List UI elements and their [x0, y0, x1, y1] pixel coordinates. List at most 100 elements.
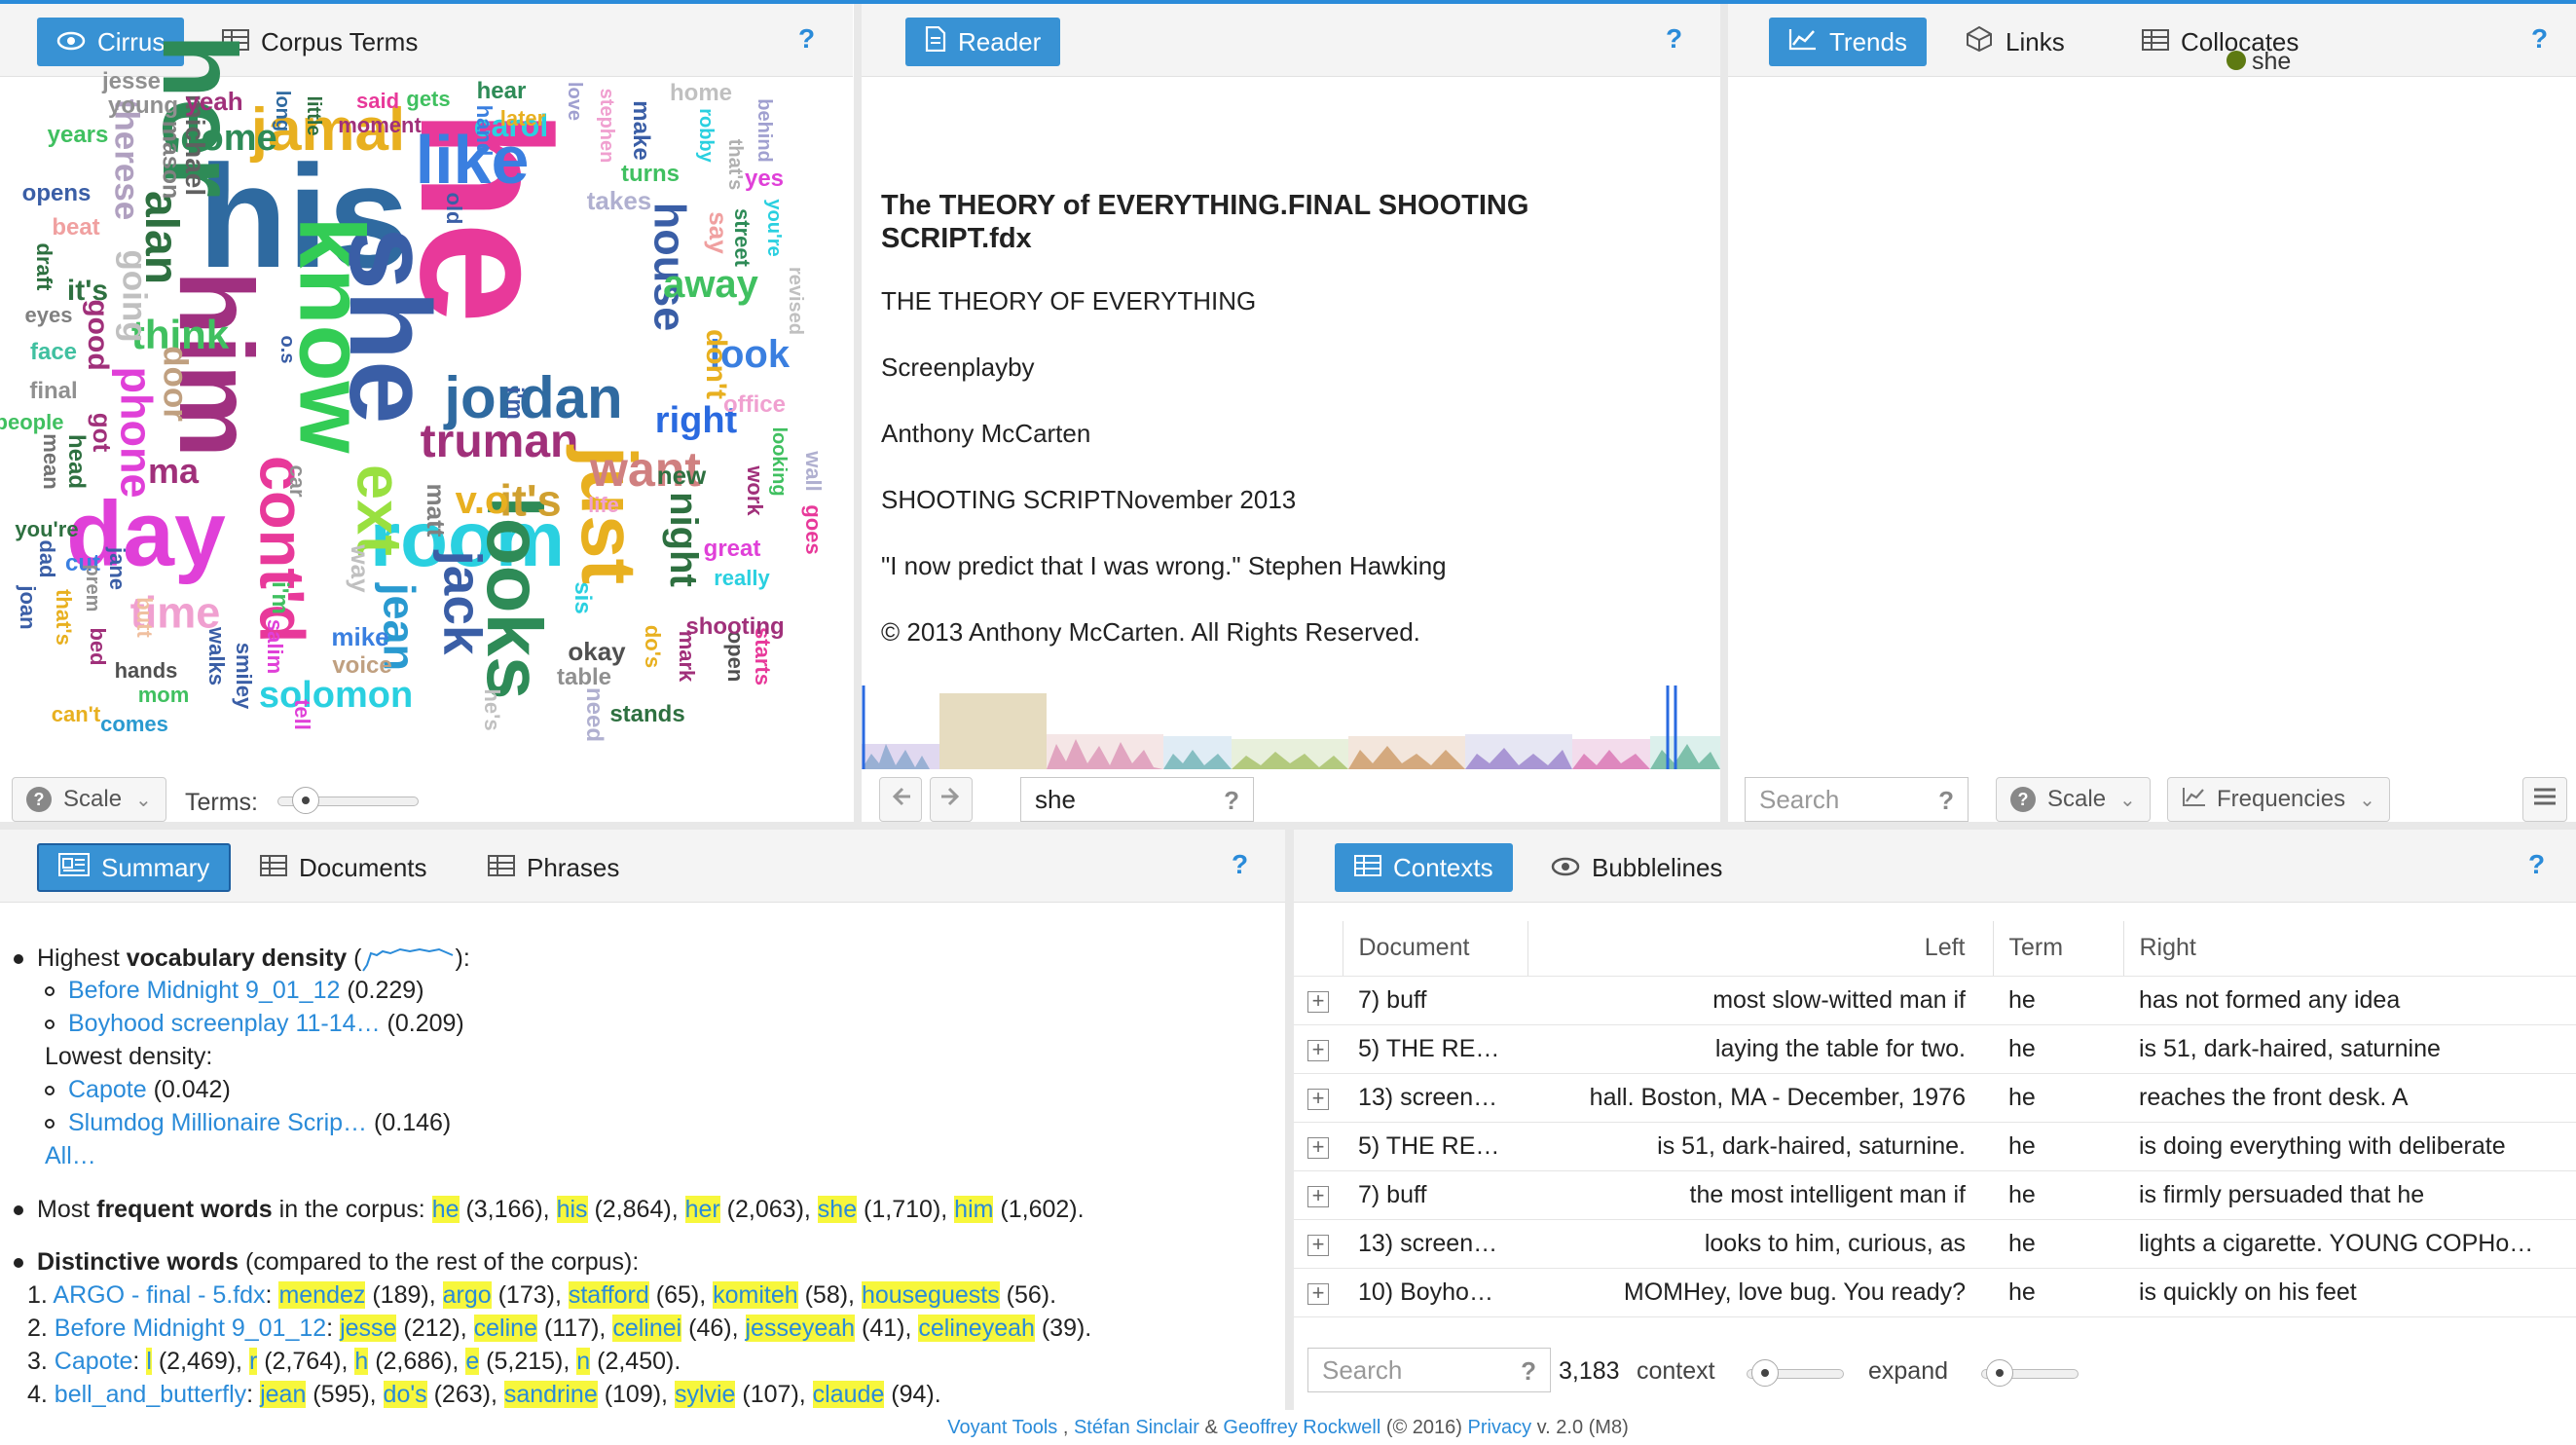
- cloud-word[interactable]: jane: [105, 547, 129, 590]
- cloud-word[interactable]: it's: [499, 479, 561, 523]
- cloud-word[interactable]: table: [557, 666, 611, 689]
- doc-link[interactable]: Capote: [55, 1348, 133, 1375]
- summary-help-icon[interactable]: ?: [1232, 849, 1248, 880]
- doc-link[interactable]: ARGO - final - 5.fdx: [53, 1281, 265, 1309]
- cloud-word[interactable]: prem: [82, 565, 103, 612]
- tab-contexts[interactable]: Contexts: [1335, 843, 1513, 892]
- author-link[interactable]: Geoffrey Rockwell: [1223, 1417, 1380, 1438]
- cloud-word[interactable]: hear: [477, 80, 527, 103]
- cloud-word[interactable]: way: [346, 544, 375, 592]
- expand-row-icon[interactable]: +: [1307, 1135, 1329, 1159]
- cloud-word[interactable]: years: [48, 124, 109, 147]
- cloud-word[interactable]: need: [581, 687, 607, 742]
- privacy-link[interactable]: Privacy: [1468, 1417, 1532, 1438]
- cloud-word[interactable]: can't: [52, 704, 100, 725]
- legend-label[interactable]: she: [2252, 48, 2291, 75]
- distinctive-word-link[interactable]: mendez: [278, 1281, 366, 1309]
- search-help-icon[interactable]: ?: [1938, 786, 1954, 816]
- cloud-word[interactable]: solomon: [259, 677, 413, 714]
- distinctive-word-link[interactable]: sylvie: [674, 1381, 736, 1408]
- cloud-word[interactable]: gets: [406, 89, 450, 110]
- col-document[interactable]: Document: [1343, 921, 1528, 977]
- cloud-word[interactable]: got: [88, 413, 117, 452]
- cloud-word[interactable]: v.o: [456, 481, 509, 520]
- distinctive-word-link[interactable]: houseguests: [861, 1281, 1000, 1309]
- cloud-word[interactable]: new: [657, 463, 707, 488]
- table-row[interactable]: +5) THE RE… laying the table for two. he is…: [1294, 1024, 2576, 1074]
- cloud-word[interactable]: home: [670, 82, 732, 105]
- cloud-word[interactable]: young: [108, 94, 178, 118]
- doc-link[interactable]: Before Midnight 9_01_12: [68, 977, 340, 1004]
- cloud-word[interactable]: going: [116, 249, 154, 342]
- cloud-word[interactable]: comes: [100, 714, 168, 735]
- cloud-word[interactable]: do's: [641, 625, 665, 668]
- distinctive-word-link[interactable]: claude: [812, 1381, 885, 1408]
- cloud-word[interactable]: really: [714, 568, 770, 589]
- cloud-word[interactable]: that's: [724, 139, 746, 191]
- expand-row-icon[interactable]: +: [1307, 1184, 1329, 1207]
- doc-link[interactable]: Slumdog Millionaire Scrip…: [68, 1109, 367, 1136]
- distinctive-word-link[interactable]: stafford: [568, 1281, 649, 1309]
- cloud-word[interactable]: truman: [421, 419, 579, 465]
- frequent-word-link[interactable]: his: [556, 1196, 588, 1223]
- next-button[interactable]: [930, 777, 973, 822]
- tab-bubblelines[interactable]: Bubblelines: [1531, 843, 1742, 892]
- cloud-word[interactable]: goes: [801, 504, 826, 554]
- cloud-word[interactable]: later: [500, 108, 545, 130]
- cloud-word[interactable]: bed: [86, 627, 110, 665]
- cloud-word[interactable]: dad: [35, 539, 59, 577]
- cloud-word[interactable]: turns: [621, 163, 680, 186]
- frequent-word-link[interactable]: her: [684, 1196, 720, 1223]
- cloud-word[interactable]: say: [704, 211, 733, 253]
- reader-help-icon[interactable]: ?: [1666, 23, 1682, 55]
- cloud-word[interactable]: sis: [570, 581, 596, 613]
- distinctive-word-link[interactable]: jesse: [340, 1315, 397, 1342]
- tab-links[interactable]: Links: [1945, 18, 2084, 66]
- cloud-word[interactable]: smiley: [232, 643, 256, 710]
- tab-summary[interactable]: Summary: [37, 843, 232, 892]
- cloud-word[interactable]: mason: [158, 121, 185, 200]
- distinctive-word-link[interactable]: argo: [442, 1281, 492, 1309]
- trends-help-icon[interactable]: ?: [2531, 23, 2548, 55]
- cloud-word[interactable]: know: [280, 217, 384, 454]
- cloud-word[interactable]: that's: [52, 589, 76, 646]
- cloud-word[interactable]: jesse: [102, 70, 161, 93]
- cirrus-help-icon[interactable]: ?: [798, 23, 815, 55]
- expand-row-icon[interactable]: +: [1307, 1087, 1329, 1110]
- table-row[interactable]: +7) buff the most intelligent man if he is …: [1294, 1170, 2576, 1220]
- expand-row-icon[interactable]: +: [1307, 1281, 1329, 1305]
- cloud-word[interactable]: matt: [422, 484, 451, 537]
- distinctive-word-link[interactable]: jean: [260, 1381, 307, 1408]
- tab-phrases[interactable]: Phrases: [468, 843, 639, 892]
- cloud-word[interactable]: o.s: [276, 336, 298, 364]
- cloud-word[interactable]: i'm: [501, 387, 528, 420]
- cloud-word[interactable]: away: [663, 265, 758, 304]
- cloud-word[interactable]: walks: [204, 627, 229, 685]
- distinctive-word-link[interactable]: e: [465, 1348, 480, 1375]
- cloud-word[interactable]: said: [356, 91, 399, 112]
- tab-reader[interactable]: Reader: [905, 18, 1061, 66]
- tab-trends[interactable]: Trends: [1769, 18, 1927, 66]
- cloud-word[interactable]: don't: [700, 329, 732, 399]
- table-row[interactable]: +13) screen… hall. Boston, MA - December,…: [1294, 1073, 2576, 1123]
- cloud-word[interactable]: yes: [745, 167, 784, 191]
- search-help-icon[interactable]: ?: [1224, 786, 1239, 816]
- col-term[interactable]: Term: [1993, 921, 2124, 977]
- doc-link[interactable]: Capote: [68, 1076, 147, 1103]
- cloud-word[interactable]: great: [704, 537, 761, 561]
- doc-link[interactable]: Boyhood screenplay 11-14…: [68, 1010, 381, 1037]
- contexts-search-input[interactable]: Search ?: [1307, 1348, 1551, 1392]
- terms-slider[interactable]: [277, 787, 419, 814]
- contexts-help-icon[interactable]: ?: [2528, 849, 2545, 880]
- cloud-word[interactable]: behind: [754, 98, 775, 163]
- cloud-word[interactable]: mike: [331, 624, 388, 649]
- frequent-word-link[interactable]: she: [817, 1196, 858, 1223]
- cloud-word[interactable]: voice: [332, 654, 391, 678]
- distinctive-word-link[interactable]: n: [576, 1348, 591, 1375]
- cloud-word[interactable]: takes: [587, 188, 652, 213]
- doc-link[interactable]: Before Midnight 9_01_12: [55, 1315, 326, 1342]
- cloud-word[interactable]: shooting: [685, 615, 784, 639]
- legend-marker[interactable]: [2226, 51, 2246, 70]
- distinctive-word-link[interactable]: do's: [383, 1381, 427, 1408]
- frequencies-button[interactable]: Frequencies ⌄: [2167, 777, 2390, 822]
